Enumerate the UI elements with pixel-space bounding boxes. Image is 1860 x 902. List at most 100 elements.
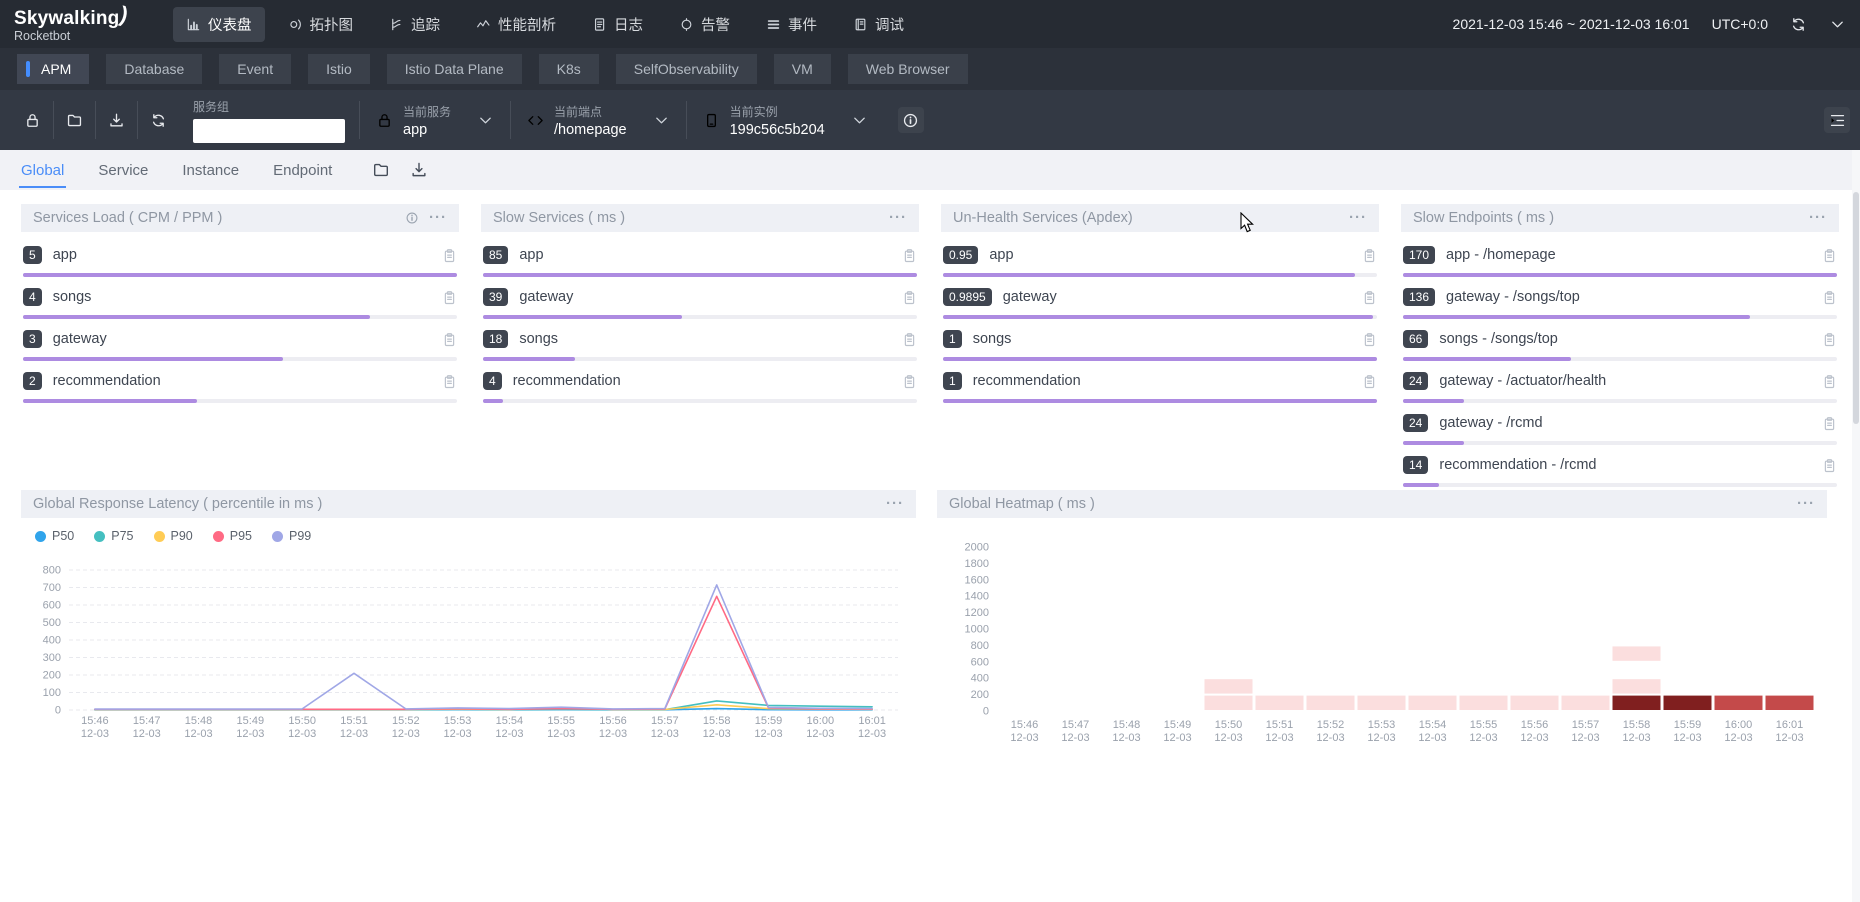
card-menu-button[interactable]: ··· bbox=[1797, 499, 1815, 509]
import-dashboard-button[interactable] bbox=[372, 161, 390, 179]
metric-row[interactable]: 1recommendation bbox=[943, 370, 1377, 403]
metric-name: gateway bbox=[1003, 289, 1354, 305]
copy-clipboard-icon[interactable] bbox=[1822, 373, 1837, 390]
metric-bar-track bbox=[483, 399, 917, 403]
metric-name: gateway - /rcmd bbox=[1439, 415, 1814, 431]
scope-tab-instance[interactable]: Instance bbox=[182, 150, 239, 190]
metric-value-badge: 1 bbox=[943, 330, 962, 348]
legend-item-p90[interactable]: P90 bbox=[154, 529, 193, 543]
import-template-button[interactable] bbox=[54, 100, 95, 140]
reload-button[interactable] bbox=[138, 100, 179, 140]
dashboard-tab-k8s[interactable]: K8s bbox=[539, 54, 599, 84]
copy-clipboard-icon[interactable] bbox=[442, 373, 457, 390]
card-menu-button[interactable]: ··· bbox=[886, 499, 904, 509]
card-menu-button[interactable]: ··· bbox=[429, 213, 447, 223]
legend-item-p99[interactable]: P99 bbox=[272, 529, 311, 543]
dashboard-tab-istio-data-plane[interactable]: Istio Data Plane bbox=[387, 54, 522, 84]
nav-item-debug[interactable]: 调试 bbox=[840, 7, 917, 42]
copy-clipboard-icon[interactable] bbox=[902, 289, 917, 306]
metric-value-badge: 0.9895 bbox=[943, 288, 992, 306]
time-range-picker[interactable]: 2021-12-03 15:46 ~ 2021-12-03 16:01 bbox=[1453, 16, 1690, 32]
service-group-input[interactable] bbox=[193, 119, 345, 143]
metric-row[interactable]: 2recommendation bbox=[23, 370, 457, 403]
metric-row[interactable]: 4recommendation bbox=[483, 370, 917, 403]
legend-item-p95[interactable]: P95 bbox=[213, 529, 252, 543]
sidebar-unfold-button[interactable] bbox=[1824, 107, 1850, 133]
svg-text:1200: 1200 bbox=[965, 607, 989, 619]
copy-clipboard-icon[interactable] bbox=[1362, 373, 1377, 390]
info-button[interactable] bbox=[898, 107, 924, 133]
svg-text:15:5512-03: 15:5512-03 bbox=[1469, 719, 1497, 744]
metric-row[interactable]: 39gateway bbox=[483, 286, 917, 319]
current-service-select[interactable]: 当前服务 app bbox=[360, 103, 510, 138]
metric-row[interactable]: 85app bbox=[483, 244, 917, 277]
copy-clipboard-icon[interactable] bbox=[902, 247, 917, 264]
lock-template-button[interactable] bbox=[12, 100, 53, 140]
dashboard-tab-web-browser[interactable]: Web Browser bbox=[848, 54, 968, 84]
copy-clipboard-icon[interactable] bbox=[902, 373, 917, 390]
tab-label: SelfObservability bbox=[634, 61, 739, 77]
folder-icon bbox=[66, 112, 83, 129]
current-endpoint-select[interactable]: 当前端点 /homepage bbox=[511, 103, 686, 138]
copy-clipboard-icon[interactable] bbox=[1362, 247, 1377, 264]
refresh-button[interactable] bbox=[1790, 16, 1807, 33]
nav-item-event[interactable]: 事件 bbox=[753, 7, 830, 42]
metric-row[interactable]: 170app - /homepage bbox=[1403, 244, 1837, 277]
metric-row[interactable]: 1songs bbox=[943, 328, 1377, 361]
card-menu-button[interactable]: ··· bbox=[889, 213, 907, 223]
legend-item-p75[interactable]: P75 bbox=[94, 529, 133, 543]
metric-row[interactable]: 66songs - /songs/top bbox=[1403, 328, 1837, 361]
copy-clipboard-icon[interactable] bbox=[1362, 331, 1377, 348]
copy-clipboard-icon[interactable] bbox=[1822, 415, 1837, 432]
copy-clipboard-icon[interactable] bbox=[1822, 247, 1837, 264]
scope-tab-global[interactable]: Global bbox=[21, 150, 64, 190]
legend-item-p50[interactable]: P50 bbox=[35, 529, 74, 543]
copy-clipboard-icon[interactable] bbox=[1822, 331, 1837, 348]
metric-row[interactable]: 5app bbox=[23, 244, 457, 277]
copy-clipboard-icon[interactable] bbox=[1362, 289, 1377, 306]
dashboard-tab-database[interactable]: Database bbox=[106, 54, 202, 84]
scope-tab-endpoint[interactable]: Endpoint bbox=[273, 150, 332, 190]
nav-item-topology[interactable]: 拓扑图 bbox=[275, 7, 367, 42]
metric-row[interactable]: 24gateway - /rcmd bbox=[1403, 412, 1837, 445]
nav-item-dashboard[interactable]: 仪表盘 bbox=[173, 7, 265, 42]
scope-tab-service[interactable]: Service bbox=[98, 150, 148, 190]
card-menu-button[interactable]: ··· bbox=[1809, 213, 1827, 223]
copy-clipboard-icon[interactable] bbox=[1822, 457, 1837, 474]
copy-clipboard-icon[interactable] bbox=[442, 331, 457, 348]
dashboard-tab-selfobservability[interactable]: SelfObservability bbox=[616, 54, 757, 84]
nav-item-profile[interactable]: 性能剖析 bbox=[463, 7, 569, 42]
dashboard-tab-vm[interactable]: VM bbox=[774, 54, 831, 84]
copy-clipboard-icon[interactable] bbox=[442, 247, 457, 264]
card-menu-button[interactable]: ··· bbox=[1349, 213, 1367, 223]
dashboard-tab-istio[interactable]: Istio bbox=[308, 54, 370, 84]
timezone-selector[interactable]: UTC+0:0 bbox=[1712, 16, 1768, 32]
nav-item-trace[interactable]: 追踪 bbox=[376, 7, 453, 42]
metric-row[interactable]: 0.95app bbox=[943, 244, 1377, 277]
svg-text:15:5812-03: 15:5812-03 bbox=[703, 715, 731, 740]
metric-row[interactable]: 14recommendation - /rcmd bbox=[1403, 454, 1837, 487]
time-options-toggle[interactable] bbox=[1829, 16, 1846, 33]
metric-row[interactable]: 3gateway bbox=[23, 328, 457, 361]
info-icon[interactable] bbox=[405, 211, 419, 225]
nav-item-alarm[interactable]: 告警 bbox=[666, 7, 743, 42]
copy-clipboard-icon[interactable] bbox=[902, 331, 917, 348]
copy-clipboard-icon[interactable] bbox=[1822, 289, 1837, 306]
export-dashboard-button[interactable] bbox=[410, 161, 428, 179]
metric-row[interactable]: 24gateway - /actuator/health bbox=[1403, 370, 1837, 403]
card-body: 5app 4songs 3gateway 2recommendation bbox=[21, 232, 459, 403]
dashboard-tab-event[interactable]: Event bbox=[219, 54, 291, 84]
metric-row[interactable]: 18songs bbox=[483, 328, 917, 361]
current-instance-select[interactable]: 当前实例 199c56c5b204 bbox=[687, 103, 884, 138]
service-group-label: 服务组 bbox=[193, 98, 345, 115]
metric-name: app bbox=[53, 247, 434, 263]
nav-item-log[interactable]: 日志 bbox=[579, 7, 656, 42]
dashboard-tab-apm[interactable]: APM bbox=[17, 54, 89, 84]
metric-row[interactable]: 136gateway - /songs/top bbox=[1403, 286, 1837, 319]
metric-row[interactable]: 4songs bbox=[23, 286, 457, 319]
navbar-right: 2021-12-03 15:46 ~ 2021-12-03 16:01 UTC+… bbox=[1453, 16, 1846, 33]
metric-row[interactable]: 0.9895 gateway bbox=[943, 286, 1377, 319]
export-template-button[interactable] bbox=[96, 100, 137, 140]
page-scrollbar-thumb[interactable] bbox=[1853, 192, 1859, 424]
copy-clipboard-icon[interactable] bbox=[442, 289, 457, 306]
